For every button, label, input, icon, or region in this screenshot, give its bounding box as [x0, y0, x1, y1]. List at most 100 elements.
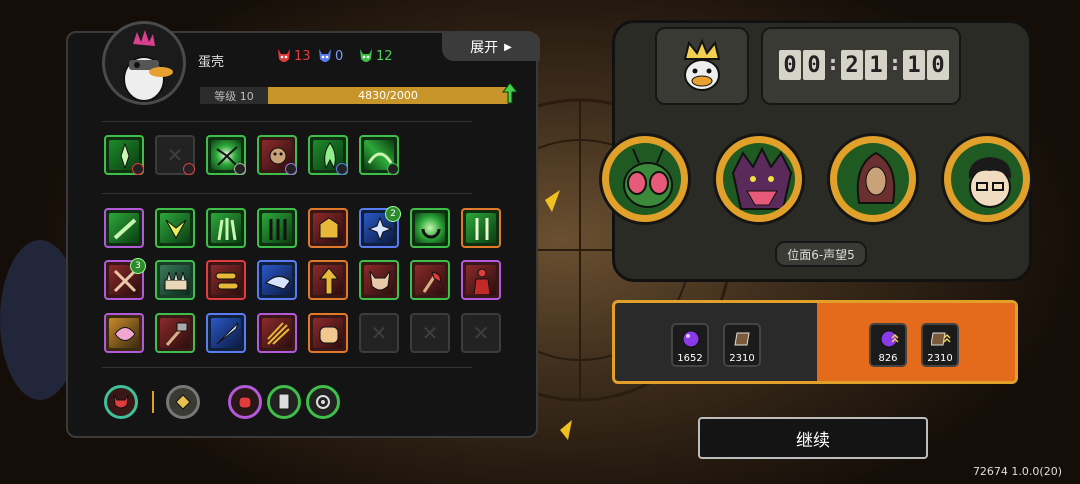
- inventory-green-spears[interactable]: [257, 208, 297, 248]
- green-demon-counter: 12: [358, 47, 393, 65]
- spiral-skill-button[interactable]: [306, 385, 340, 419]
- empty-x-icon: ✕: [472, 321, 490, 345]
- demon-emblem-button[interactable]: [104, 385, 138, 419]
- green-demon-icon: [360, 49, 372, 62]
- inventory-blue-dagger[interactable]: [206, 313, 246, 353]
- reward-qty: 2310: [729, 353, 755, 364]
- player-avatar[interactable]: [102, 21, 186, 105]
- timer-colon: :: [829, 51, 837, 75]
- level-up-arrow-icon[interactable]: [502, 82, 518, 104]
- blue-demon-count: 0: [335, 48, 344, 64]
- rewards-panel: 1652 2310 826 2310: [612, 300, 1018, 384]
- inventory-green-grass[interactable]: [206, 208, 246, 248]
- crown-box: [655, 27, 749, 105]
- inventory-red-giant[interactable]: [461, 260, 501, 300]
- opponent-curly-hair-boy[interactable]: [941, 133, 1033, 225]
- spike-trap-icon: [164, 271, 188, 291]
- spiral-icon: [316, 395, 330, 409]
- brown-card-icon: [734, 332, 750, 346]
- continue-button[interactable]: 继续: [698, 417, 928, 459]
- divider: [102, 193, 472, 194]
- opponent-hooded-creature[interactable]: [827, 133, 919, 225]
- blue-dagger-icon: [216, 322, 239, 345]
- grey-gem-dot: [234, 163, 246, 175]
- inventory-bullets[interactable]: [206, 260, 246, 300]
- inventory-axe[interactable]: [410, 260, 450, 300]
- green-slash-icon: [113, 218, 137, 240]
- inventory-spike-trap[interactable]: [155, 260, 195, 300]
- owl-emblem-icon: [175, 394, 191, 410]
- red-giant-icon: [473, 268, 491, 295]
- player-name: 蛋壳: [198, 55, 225, 70]
- inventory-pink-claw[interactable]: [104, 313, 144, 353]
- inventory-shark[interactable]: [257, 260, 297, 300]
- inventory-fist[interactable]: [308, 313, 348, 353]
- inventory-green-slash[interactable]: [104, 208, 144, 248]
- opponent-spiked-beast[interactable]: [713, 133, 805, 225]
- inventory-twin-blades[interactable]: [461, 208, 501, 248]
- equipped-slot-6[interactable]: [359, 135, 399, 175]
- divider: [102, 367, 472, 368]
- timer-digit: 0: [779, 50, 801, 80]
- red-demon-counter: 13: [276, 47, 311, 65]
- triple-spear-icon: [267, 322, 290, 345]
- opponent-fly-monster[interactable]: [599, 133, 691, 225]
- blue-demon-counter: 0: [317, 47, 343, 65]
- level-label: 等级 10: [200, 87, 268, 104]
- empty-x-icon: ✕: [421, 321, 439, 345]
- stack-count-badge: 2: [385, 206, 401, 222]
- yellow-fang-icon: [165, 219, 187, 240]
- horned-demon-icon: [369, 270, 391, 291]
- equipped-slot-4[interactable]: [257, 135, 297, 175]
- inventory-yellow-fang[interactable]: [155, 208, 195, 248]
- spiked-beast-icon: [731, 146, 793, 210]
- green-swirl-icon: [421, 228, 441, 239]
- xp-text: 4830/2000: [358, 89, 418, 102]
- play-arrow-icon: ▶: [504, 41, 512, 53]
- chicken-avatar-icon: [123, 30, 173, 102]
- equipped-slot-1[interactable]: [104, 135, 144, 175]
- bonus-rewards[interactable]: 826 2310: [817, 303, 1015, 381]
- golden-helm-icon: [319, 217, 339, 239]
- timer-digit: 2: [841, 50, 863, 80]
- expand-label: 展开: [470, 40, 499, 56]
- inventory-empty-slot[interactable]: ✕: [359, 313, 399, 353]
- blue-demon-icon: [319, 49, 331, 62]
- inventory-golden-arrow[interactable]: [308, 260, 348, 300]
- inventory-green-swirl[interactable]: [410, 208, 450, 248]
- xp-bar: 4830/2000: [268, 87, 508, 104]
- reward-qty: 2310: [927, 353, 953, 364]
- inventory-crossed-swords[interactable]: 3: [104, 258, 146, 300]
- equipped-slot-5[interactable]: [308, 135, 348, 175]
- fly-monster-icon: [623, 148, 673, 208]
- timer-digit: 1: [903, 50, 925, 80]
- reward-purple-orb[interactable]: 1652: [671, 323, 709, 367]
- match-timer: 0 0 : 2 1 : 1 0: [761, 27, 961, 105]
- expand-button[interactable]: 展开 ▶: [442, 33, 540, 61]
- inventory-golden-helm[interactable]: [308, 208, 348, 248]
- bonus-brown-card[interactable]: 2310: [921, 323, 959, 367]
- purple-orb-up-icon: [880, 330, 899, 348]
- equipped-slot-3[interactable]: [206, 135, 246, 175]
- reward-brown-card[interactable]: 2310: [723, 323, 761, 367]
- hammer-icon: [165, 322, 188, 346]
- inventory-triple-spear[interactable]: [257, 313, 297, 353]
- scroll-icon: [278, 393, 290, 410]
- equipped-slot-2[interactable]: ✕: [155, 135, 195, 175]
- red-fist-icon: [238, 396, 252, 409]
- bonus-purple-orb[interactable]: 826: [869, 323, 907, 367]
- red-demon-icon: [278, 49, 290, 62]
- scroll-skill-button[interactable]: [267, 385, 301, 419]
- inventory-blue-burst[interactable]: 2: [359, 206, 401, 248]
- owl-emblem-button[interactable]: [166, 385, 200, 419]
- curly-hair-boy-icon: [968, 157, 1012, 208]
- fist-skill-button[interactable]: [228, 385, 262, 419]
- version-label: 72674 1.0.0(20): [972, 465, 1062, 478]
- red-demon-count: 13: [294, 48, 311, 64]
- green-grass-icon: [217, 218, 237, 241]
- inventory-hammer[interactable]: [155, 313, 195, 353]
- inventory-empty-slot[interactable]: ✕: [461, 313, 501, 353]
- inventory-empty-slot[interactable]: ✕: [410, 313, 450, 353]
- hooded-creature-icon: [856, 151, 896, 204]
- inventory-horned-demon[interactable]: [359, 260, 399, 300]
